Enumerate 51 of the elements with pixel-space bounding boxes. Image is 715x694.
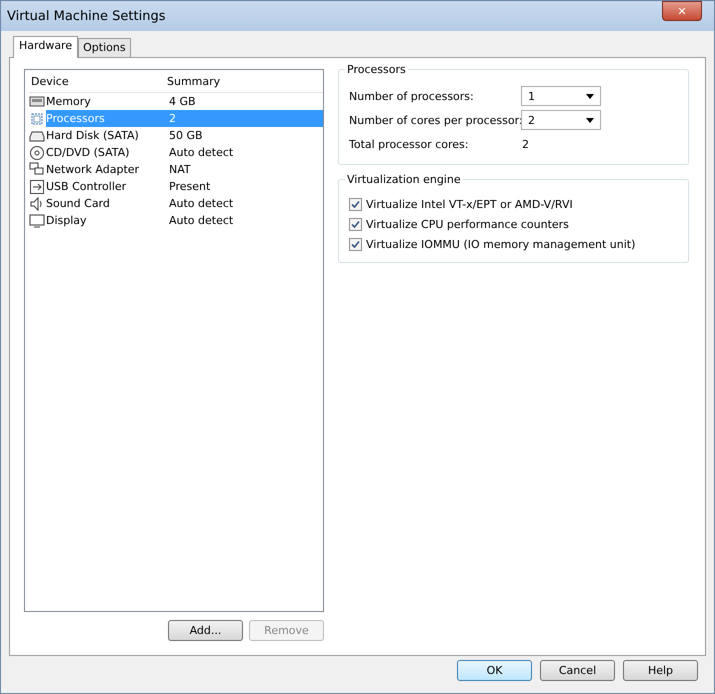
caret-icon bbox=[586, 118, 594, 122]
device-summary: Auto detect bbox=[168, 196, 234, 212]
device-row[interactable]: Network Adapter NAT bbox=[29, 161, 323, 178]
device-row[interactable]: CD/DVD (SATA) Auto detect bbox=[29, 144, 323, 161]
device-icon bbox=[29, 144, 45, 160]
tab[interactable]: Hardware bbox=[13, 36, 78, 58]
device-name: Sound Card bbox=[46, 196, 111, 212]
device-icon bbox=[29, 110, 45, 126]
device-icon bbox=[29, 94, 45, 110]
checkbox-label: Virtualize CPU performance counters bbox=[366, 218, 569, 230]
device-summary: 4 GB bbox=[168, 94, 197, 110]
dialog-button[interactable]: OK bbox=[457, 660, 532, 681]
field-label: Total processor cores: bbox=[349, 138, 470, 150]
device-row[interactable]: Memory 4 GB bbox=[29, 93, 323, 110]
list-button[interactable]: Add... bbox=[168, 620, 243, 641]
device-name: CD/DVD (SATA) bbox=[46, 145, 130, 161]
device-name: Hard Disk (SATA) bbox=[46, 128, 140, 144]
field-value: 2 bbox=[521, 138, 529, 150]
device-name: Memory bbox=[46, 94, 92, 110]
field-label: Number of cores per processor: bbox=[349, 114, 521, 126]
dialog-button[interactable]: Cancel bbox=[540, 660, 615, 681]
device-name: Display bbox=[46, 213, 88, 229]
column-header: Device bbox=[30, 74, 70, 88]
device-summary: Present bbox=[168, 179, 212, 195]
checkbox[interactable] bbox=[349, 238, 362, 250]
device-summary: NAT bbox=[168, 162, 192, 178]
checkbox[interactable] bbox=[349, 198, 362, 210]
device-row[interactable]: Display Auto detect bbox=[29, 212, 323, 229]
checkbox[interactable] bbox=[349, 218, 362, 230]
group-title: Virtualization engine bbox=[345, 173, 463, 186]
checkbox-label: Virtualize Intel VT-x/EPT or AMD-V/RVI bbox=[366, 198, 573, 210]
device-icon bbox=[29, 162, 45, 178]
dropdown[interactable]: 2 bbox=[521, 110, 601, 130]
device-name: Network Adapter bbox=[46, 162, 140, 178]
group-title: Processors bbox=[345, 63, 408, 76]
device-summary: 50 GB bbox=[168, 128, 204, 144]
device-row[interactable]: Hard Disk (SATA) 50 GB bbox=[29, 127, 323, 144]
device-icon bbox=[29, 212, 45, 228]
dropdown[interactable]: 1 bbox=[521, 86, 601, 106]
checkbox-label: Virtualize IOMMU (IO memory management unit) bbox=[366, 238, 636, 250]
column-header: Summary bbox=[167, 74, 220, 88]
device-summary: Auto detect bbox=[168, 213, 234, 229]
device-row[interactable]: USB Controller Present bbox=[29, 178, 323, 195]
device-summary: Auto detect bbox=[168, 145, 234, 161]
device-name: USB Controller bbox=[46, 179, 128, 195]
dialog-button[interactable]: Help bbox=[623, 660, 698, 681]
window-title: Virtual Machine Settings bbox=[7, 8, 166, 24]
device-row[interactable]: Sound Card Auto detect bbox=[29, 195, 323, 212]
field-label: Number of processors: bbox=[349, 90, 475, 102]
tab[interactable]: Options bbox=[78, 38, 131, 57]
caret-icon bbox=[586, 94, 594, 98]
